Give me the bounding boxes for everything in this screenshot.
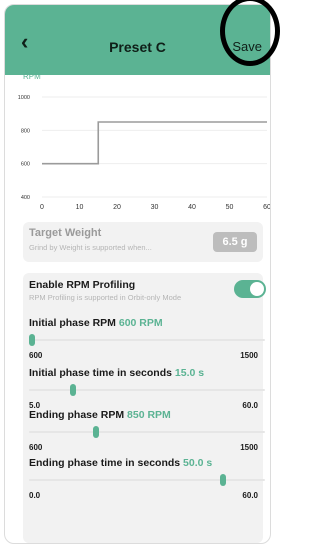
slider-title: Initial phase time in seconds 15.0 s xyxy=(29,367,204,379)
slider-title-text: Ending phase time in seconds xyxy=(29,457,181,469)
target-weight-title: Target Weight xyxy=(29,227,102,239)
x-tick-label: 60 xyxy=(263,204,270,210)
slider-track[interactable] xyxy=(29,431,265,433)
x-tick-label: 0 xyxy=(40,204,44,210)
slider-max-label: 1500 xyxy=(240,351,258,360)
x-tick-label: 50 xyxy=(226,204,234,210)
chart-y-axis-label: RPM xyxy=(23,72,41,81)
y-tick-label: 600 xyxy=(21,162,30,168)
slider-title-text: Ending phase RPM xyxy=(29,409,125,421)
slider-value: 600 RPM xyxy=(118,317,163,329)
rpm-profiling-title: Enable RPM Profiling xyxy=(29,279,136,291)
y-tick-label: 800 xyxy=(21,128,30,134)
y-tick-label: 1000 xyxy=(18,95,30,101)
x-tick-label: 20 xyxy=(113,204,121,210)
slider-title: Initial phase RPM 600 RPM xyxy=(29,317,163,329)
slider-value: 850 RPM xyxy=(127,409,171,421)
slider-min-label: 0.0 xyxy=(29,491,41,500)
slider-max-label: 1500 xyxy=(240,443,258,452)
rpm-series-line xyxy=(42,121,267,165)
slider-title-text: Initial phase RPM xyxy=(29,317,116,329)
rpm-profiling-card: Enable RPM Profiling RPM Profiling is su… xyxy=(23,273,266,543)
slider-value: 50.0 s xyxy=(183,457,213,469)
x-tick-label: 10 xyxy=(76,204,84,210)
phone-screen: ‹ Preset C Save RPM 400 600 800 1000 0 10 20 30… xyxy=(4,4,271,544)
slider-max-label: 60.0 xyxy=(242,401,258,410)
rpm-profile-chart: 400 600 800 1000 0 10 20 30 40 50 60 xyxy=(18,95,270,210)
slider-value: 15.0 s xyxy=(174,367,205,379)
target-weight-value[interactable]: 6.5 g xyxy=(213,232,257,252)
slider-title: Ending phase time in seconds 50.0 s xyxy=(29,457,212,469)
y-tick-label: 400 xyxy=(21,195,30,201)
x-tick-label: 40 xyxy=(188,204,196,210)
slider-track[interactable] xyxy=(29,339,265,341)
rpm-profiling-subtitle: RPM Profiling is supported in Orbit-only… xyxy=(29,293,182,302)
x-tick-label: 30 xyxy=(151,204,159,210)
slider-title: Ending phase RPM 850 RPM xyxy=(29,409,171,421)
slider-title-text: Initial phase time in seconds xyxy=(29,367,172,379)
slider-min-label: 600 xyxy=(29,443,43,452)
annotation-circle xyxy=(220,0,280,66)
target-weight-subtitle: Grind by Weight is supported when... xyxy=(29,243,152,252)
target-weight-card: Target Weight Grind by Weight is support… xyxy=(23,222,263,262)
slider-track[interactable] xyxy=(29,479,265,481)
rpm-profiling-toggle[interactable] xyxy=(234,280,266,298)
slider-thumb[interactable] xyxy=(93,426,100,438)
slider-thumb[interactable] xyxy=(219,474,226,486)
slider-track[interactable] xyxy=(29,389,265,391)
slider-max-label: 60.0 xyxy=(242,491,258,500)
toggle-knob xyxy=(250,282,264,296)
slider-min-label: 600 xyxy=(29,351,43,360)
slider-thumb[interactable] xyxy=(70,384,77,396)
slider-thumb[interactable] xyxy=(29,334,35,346)
